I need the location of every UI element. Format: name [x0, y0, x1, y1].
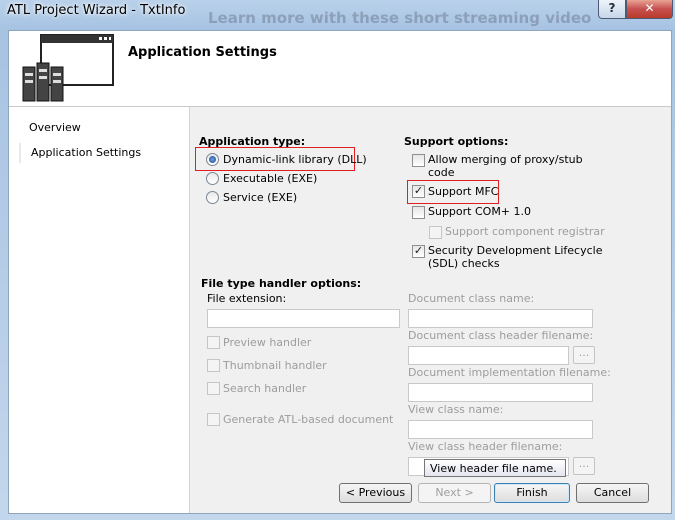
checkbox-allow-merging-label[interactable]: Allow merging of proxy/stub: [428, 153, 583, 166]
checkbox-component-registrar[interactable]: [429, 226, 442, 239]
checkbox-generate-document-label: Generate ATL-based document: [223, 413, 394, 426]
document-class-header-label: Document class header filename:: [408, 329, 594, 342]
radio-dll-label[interactable]: Dynamic-link library (DLL): [223, 153, 367, 166]
document-class-name-label: Document class name:: [408, 292, 535, 305]
background-window-text: Learn more with these short streaming vi…: [208, 9, 592, 27]
checkbox-support-complus-label[interactable]: Support COM+ 1.0: [428, 205, 531, 218]
document-implementation-input[interactable]: [408, 383, 593, 402]
radio-service[interactable]: [206, 191, 219, 204]
window-title: ATL Project Wizard - TxtInfo: [7, 3, 186, 18]
view-class-header-browse-button[interactable]: ...: [573, 457, 595, 475]
radio-executable[interactable]: [206, 172, 219, 185]
wizard-header: Application Settings: [9, 31, 671, 107]
checkbox-sdl-checks[interactable]: ✓: [412, 245, 425, 258]
checkbox-sdl-checks-label-line2[interactable]: (SDL) checks: [428, 257, 500, 270]
view-class-header-label: View class header filename:: [408, 440, 563, 453]
page-title: Application Settings: [128, 45, 277, 60]
checkbox-allow-merging-label-line2[interactable]: code: [428, 166, 455, 179]
radio-service-label[interactable]: Service (EXE): [223, 191, 297, 204]
checkbox-thumbnail-handler[interactable]: [207, 359, 220, 372]
checkbox-sdl-checks-label[interactable]: Security Development Lifecycle: [428, 244, 602, 257]
checkbox-search-handler-label: Search handler: [223, 382, 307, 395]
radio-dll[interactable]: [206, 153, 219, 166]
tooltip: View header file name.: [424, 459, 566, 477]
previous-button[interactable]: < Previous: [339, 483, 412, 503]
finish-button[interactable]: Finish: [494, 483, 570, 503]
next-button[interactable]: Next >: [418, 483, 491, 503]
view-class-name-label: View class name:: [408, 403, 504, 416]
support-options-heading: Support options:: [404, 135, 509, 148]
radio-executable-label[interactable]: Executable (EXE): [223, 172, 317, 185]
document-class-name-input[interactable]: [408, 309, 593, 328]
wizard-nav: Overview Application Settings: [9, 107, 190, 513]
checkbox-thumbnail-handler-label: Thumbnail handler: [223, 359, 327, 372]
document-implementation-label: Document implementation filename:: [408, 366, 611, 379]
checkbox-allow-merging[interactable]: [412, 154, 425, 167]
checkbox-support-mfc-label[interactable]: Support MFC: [428, 185, 498, 198]
wizard-window: Learn more with these short streaming vi…: [0, 0, 675, 520]
checkbox-search-handler[interactable]: [207, 382, 220, 395]
close-button[interactable]: ✕: [626, 0, 673, 19]
view-class-name-input[interactable]: [408, 420, 593, 439]
title-bar: Learn more with these short streaming vi…: [0, 0, 675, 27]
document-class-header-input[interactable]: [408, 346, 569, 365]
file-type-heading: File type handler options:: [201, 277, 362, 290]
cancel-button[interactable]: Cancel: [576, 483, 649, 503]
wizard-client-area: Application Settings Overview Applicatio…: [8, 30, 672, 514]
checkbox-preview-handler-label: Preview handler: [223, 336, 312, 349]
file-extension-label: File extension:: [207, 292, 287, 305]
checkbox-generate-document[interactable]: [207, 413, 220, 426]
checkbox-preview-handler[interactable]: [207, 336, 220, 349]
checkbox-support-mfc[interactable]: ✓: [412, 185, 425, 198]
help-button[interactable]: ?: [598, 0, 626, 19]
nav-item-overview[interactable]: Overview: [29, 121, 81, 134]
settings-panel: Application type: Dynamic-link library (…: [189, 107, 671, 513]
checkbox-support-complus[interactable]: [412, 206, 425, 219]
file-extension-input[interactable]: [207, 309, 400, 328]
checkbox-component-registrar-label: Support component registrar: [445, 225, 605, 238]
document-class-header-browse-button[interactable]: ...: [573, 346, 595, 364]
nav-item-application-settings[interactable]: Application Settings: [19, 143, 199, 163]
wizard-icon: [22, 34, 114, 102]
